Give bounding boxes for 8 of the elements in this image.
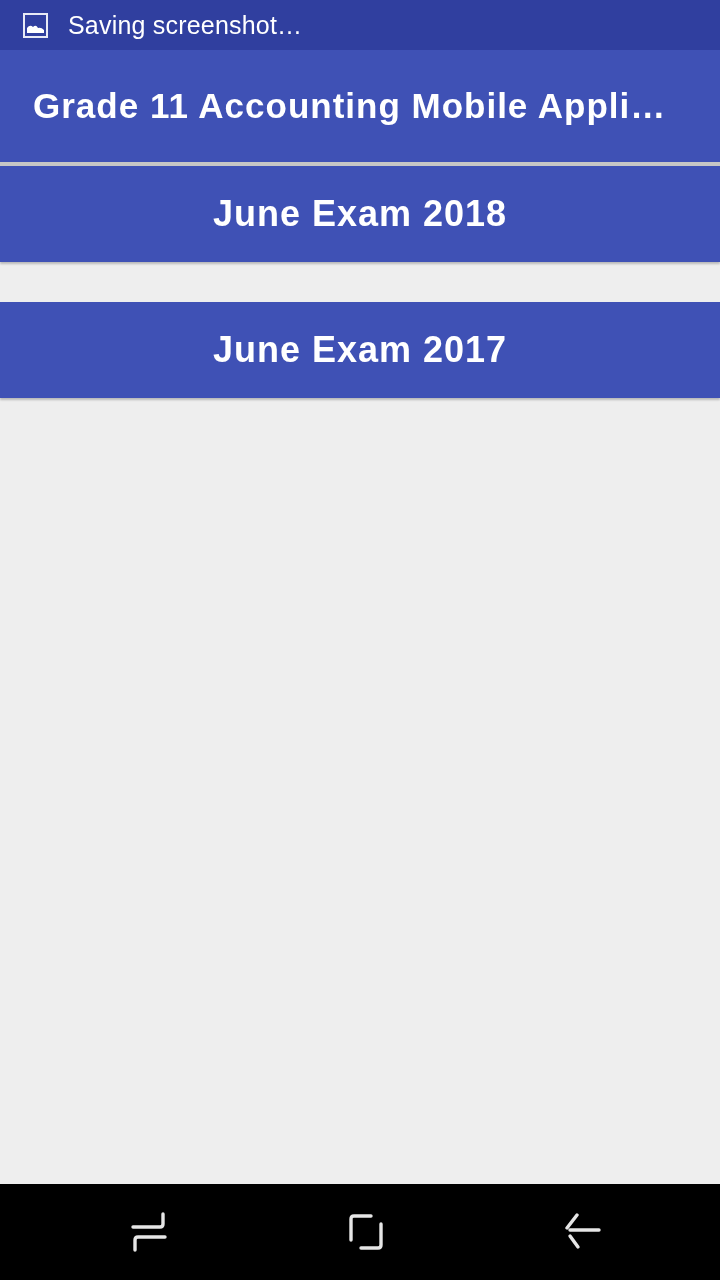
recents-icon[interactable] [131,1212,167,1252]
home-icon[interactable] [349,1214,383,1250]
app-title: Grade 11 Accounting Mobile Appli… [33,86,667,126]
exam-button[interactable]: June Exam 2017 [0,302,720,398]
exam-button[interactable]: June Exam 2018 [0,166,720,262]
back-icon[interactable] [565,1212,601,1252]
image-icon [23,12,48,38]
status-text: Saving screenshot… [68,10,303,40]
